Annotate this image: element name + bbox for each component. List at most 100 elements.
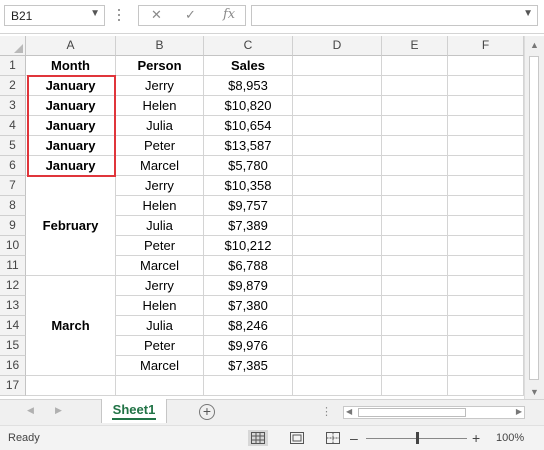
cell-c3[interactable]: $10,820 xyxy=(204,96,293,116)
cell-e1[interactable] xyxy=(382,56,448,76)
cell-c13[interactable]: $7,380 xyxy=(204,296,293,316)
cell-d8[interactable] xyxy=(293,196,382,216)
next-sheet-icon[interactable]: ▶ xyxy=(55,405,62,416)
cell-b14[interactable]: Julia xyxy=(116,316,204,336)
row-header-8[interactable]: 8 xyxy=(0,196,26,216)
row-header-13[interactable]: 13 xyxy=(0,296,26,316)
cell-f11[interactable] xyxy=(448,256,524,276)
cell-a2[interactable]: January xyxy=(26,76,116,96)
vertical-scroll-thumb[interactable] xyxy=(529,56,539,380)
cell-a4[interactable]: January xyxy=(26,116,116,136)
cell-a1[interactable]: Month xyxy=(26,56,116,76)
page-break-view-icon[interactable] xyxy=(323,430,343,446)
cell-d3[interactable] xyxy=(293,96,382,116)
sheet-tab-sheet1[interactable]: Sheet1 xyxy=(101,399,167,423)
row-header-10[interactable]: 10 xyxy=(0,236,26,256)
cell-c2[interactable]: $8,953 xyxy=(204,76,293,96)
scroll-down-icon[interactable]: ▼ xyxy=(525,387,544,397)
cell-d6[interactable] xyxy=(293,156,382,176)
cell-c16[interactable]: $7,385 xyxy=(204,356,293,376)
cell-e16[interactable] xyxy=(382,356,448,376)
cell-a5[interactable]: January xyxy=(26,136,116,156)
zoom-slider-thumb[interactable] xyxy=(416,432,419,444)
cell-f8[interactable] xyxy=(448,196,524,216)
normal-view-icon[interactable] xyxy=(248,430,268,446)
cell-e7[interactable] xyxy=(382,176,448,196)
cell-d10[interactable] xyxy=(293,236,382,256)
cell-c14[interactable]: $8,246 xyxy=(204,316,293,336)
cell-e6[interactable] xyxy=(382,156,448,176)
cell-d9[interactable] xyxy=(293,216,382,236)
cell-a17[interactable] xyxy=(26,376,116,396)
cell-f2[interactable] xyxy=(448,76,524,96)
row-header-16[interactable]: 16 xyxy=(0,356,26,376)
cell-f1[interactable] xyxy=(448,56,524,76)
cell-d17[interactable] xyxy=(293,376,382,396)
cell-c11[interactable]: $6,788 xyxy=(204,256,293,276)
cell-c15[interactable]: $9,976 xyxy=(204,336,293,356)
cell-f15[interactable] xyxy=(448,336,524,356)
cell-e15[interactable] xyxy=(382,336,448,356)
cell-c7[interactable]: $10,358 xyxy=(204,176,293,196)
column-header-d[interactable]: D xyxy=(293,36,382,56)
row-header-15[interactable]: 15 xyxy=(0,336,26,356)
zoom-out-icon[interactable]: – xyxy=(350,430,358,446)
chevron-down-icon[interactable]: ▼ xyxy=(90,8,100,19)
cell-a6[interactable]: January xyxy=(26,156,116,176)
cell-e4[interactable] xyxy=(382,116,448,136)
cell-c6[interactable]: $5,780 xyxy=(204,156,293,176)
formula-input[interactable]: ▼ xyxy=(251,5,538,26)
cell-d11[interactable] xyxy=(293,256,382,276)
cell-f13[interactable] xyxy=(448,296,524,316)
cell-a3[interactable]: January xyxy=(26,96,116,116)
row-header-4[interactable]: 4 xyxy=(0,116,26,136)
cell-b2[interactable]: Jerry xyxy=(116,76,204,96)
cell-b3[interactable]: Helen xyxy=(116,96,204,116)
column-header-e[interactable]: E xyxy=(382,36,448,56)
cell-d4[interactable] xyxy=(293,116,382,136)
scroll-right-icon[interactable]: ▶ xyxy=(516,407,522,416)
select-all-button[interactable] xyxy=(0,36,26,56)
cell-f3[interactable] xyxy=(448,96,524,116)
cell-c5[interactable]: $13,587 xyxy=(204,136,293,156)
cell-e3[interactable] xyxy=(382,96,448,116)
vertical-scrollbar[interactable]: ▲ ▼ xyxy=(524,36,544,399)
insert-function-icon[interactable]: fx xyxy=(223,7,235,22)
cell-e2[interactable] xyxy=(382,76,448,96)
cell-f14[interactable] xyxy=(448,316,524,336)
cell-b13[interactable]: Helen xyxy=(116,296,204,316)
cell-e11[interactable] xyxy=(382,256,448,276)
more-options-icon[interactable]: ⋮ xyxy=(321,405,332,418)
row-header-1[interactable]: 1 xyxy=(0,56,26,76)
name-box[interactable]: B21 ▼ xyxy=(4,5,105,26)
zoom-in-icon[interactable]: + xyxy=(472,430,480,446)
scroll-up-icon[interactable]: ▲ xyxy=(525,40,544,50)
cell-e9[interactable] xyxy=(382,216,448,236)
cell-e14[interactable] xyxy=(382,316,448,336)
cell-b16[interactable]: Marcel xyxy=(116,356,204,376)
column-header-f[interactable]: F xyxy=(448,36,524,56)
cell-f12[interactable] xyxy=(448,276,524,296)
cell-b8[interactable]: Helen xyxy=(116,196,204,216)
check-icon[interactable]: ✓ xyxy=(185,7,196,23)
cell-b6[interactable]: Marcel xyxy=(116,156,204,176)
cell-d5[interactable] xyxy=(293,136,382,156)
cell-c9[interactable]: $7,389 xyxy=(204,216,293,236)
row-header-7[interactable]: 7 xyxy=(0,176,26,196)
cell-c10[interactable]: $10,212 xyxy=(204,236,293,256)
page-layout-view-icon[interactable] xyxy=(287,430,307,446)
cell-d16[interactable] xyxy=(293,356,382,376)
cell-a7-merged[interactable]: February xyxy=(26,176,116,276)
row-header-12[interactable]: 12 xyxy=(0,276,26,296)
chevron-down-icon[interactable]: ▼ xyxy=(523,8,533,19)
cell-d13[interactable] xyxy=(293,296,382,316)
row-header-2[interactable]: 2 xyxy=(0,76,26,96)
cell-d15[interactable] xyxy=(293,336,382,356)
cell-e8[interactable] xyxy=(382,196,448,216)
cell-d2[interactable] xyxy=(293,76,382,96)
row-header-3[interactable]: 3 xyxy=(0,96,26,116)
horizontal-scroll-thumb[interactable] xyxy=(358,408,466,417)
cell-f5[interactable] xyxy=(448,136,524,156)
prev-sheet-icon[interactable]: ◀ xyxy=(27,405,34,416)
cell-d7[interactable] xyxy=(293,176,382,196)
